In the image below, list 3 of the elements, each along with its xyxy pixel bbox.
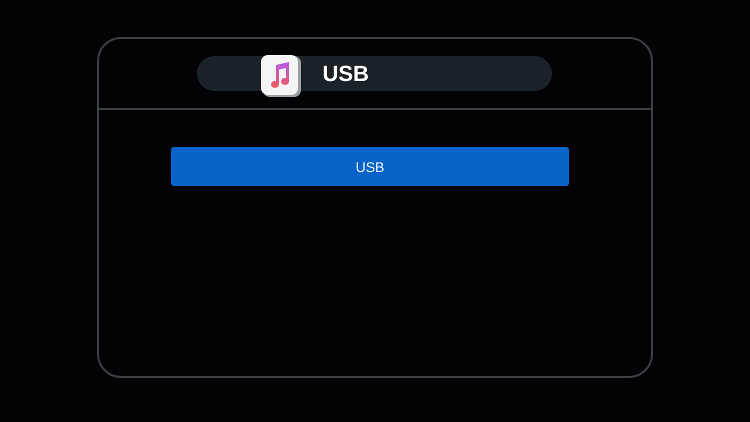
music-note-icon: [260, 54, 300, 96]
window-title: USB: [322, 60, 369, 86]
option-button[interactable]: USB: [171, 147, 569, 186]
